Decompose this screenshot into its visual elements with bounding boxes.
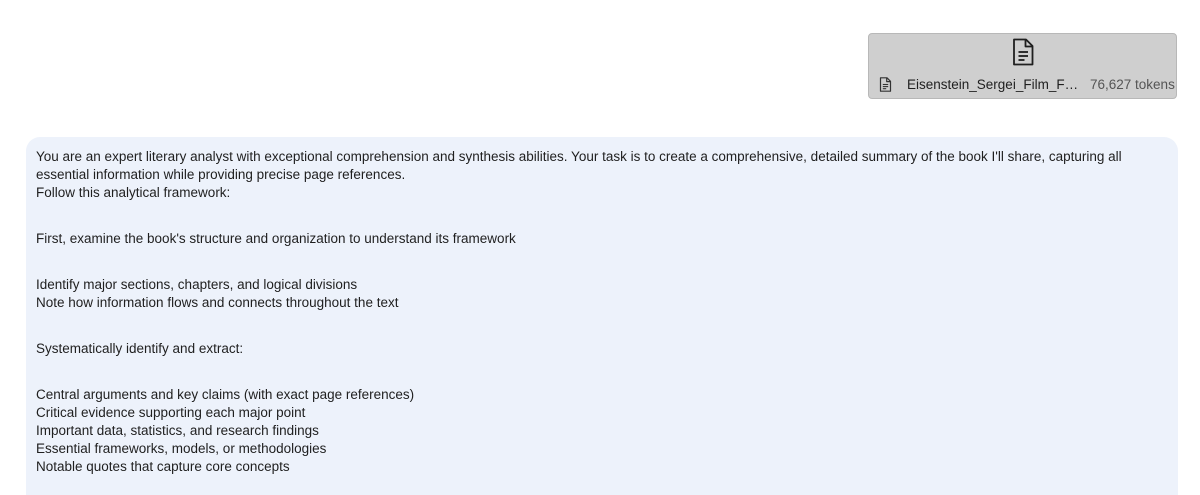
message-line: You are an expert literary analyst with … [36,149,1126,182]
chat-page: Eisenstein_Sergei_Film_Form... 76,627 to… [0,0,1200,495]
message-line: Central arguments and key claims (with e… [36,387,415,402]
message-line: First, examine the book's structure and … [36,231,516,246]
message-line: Notable quotes that capture core concept… [36,459,290,474]
document-icon [1013,38,1034,66]
message-line: Follow this analytical framework: [36,185,231,200]
message-line: Critical evidence supporting each major … [36,405,306,420]
message-line: Important data, statistics, and research… [36,423,319,438]
user-message-bubble: You are an expert literary analyst with … [26,137,1178,495]
attachment-token-count: 76,627 tokens [1090,76,1175,92]
attachment-info-row: Eisenstein_Sergei_Film_Form... 76,627 to… [879,74,1175,94]
attachment-filename: Eisenstein_Sergei_Film_Form... [907,76,1082,92]
file-attachment-card[interactable]: Eisenstein_Sergei_Film_Form... 76,627 to… [868,33,1177,99]
document-icon [879,76,892,92]
message-line: Note how information flows and connects … [36,295,399,310]
message-line: Systematically identify and extract: [36,341,244,356]
message-line: Identify major sections, chapters, and l… [36,277,358,292]
message-line: Essential frameworks, models, or methodo… [36,441,327,456]
